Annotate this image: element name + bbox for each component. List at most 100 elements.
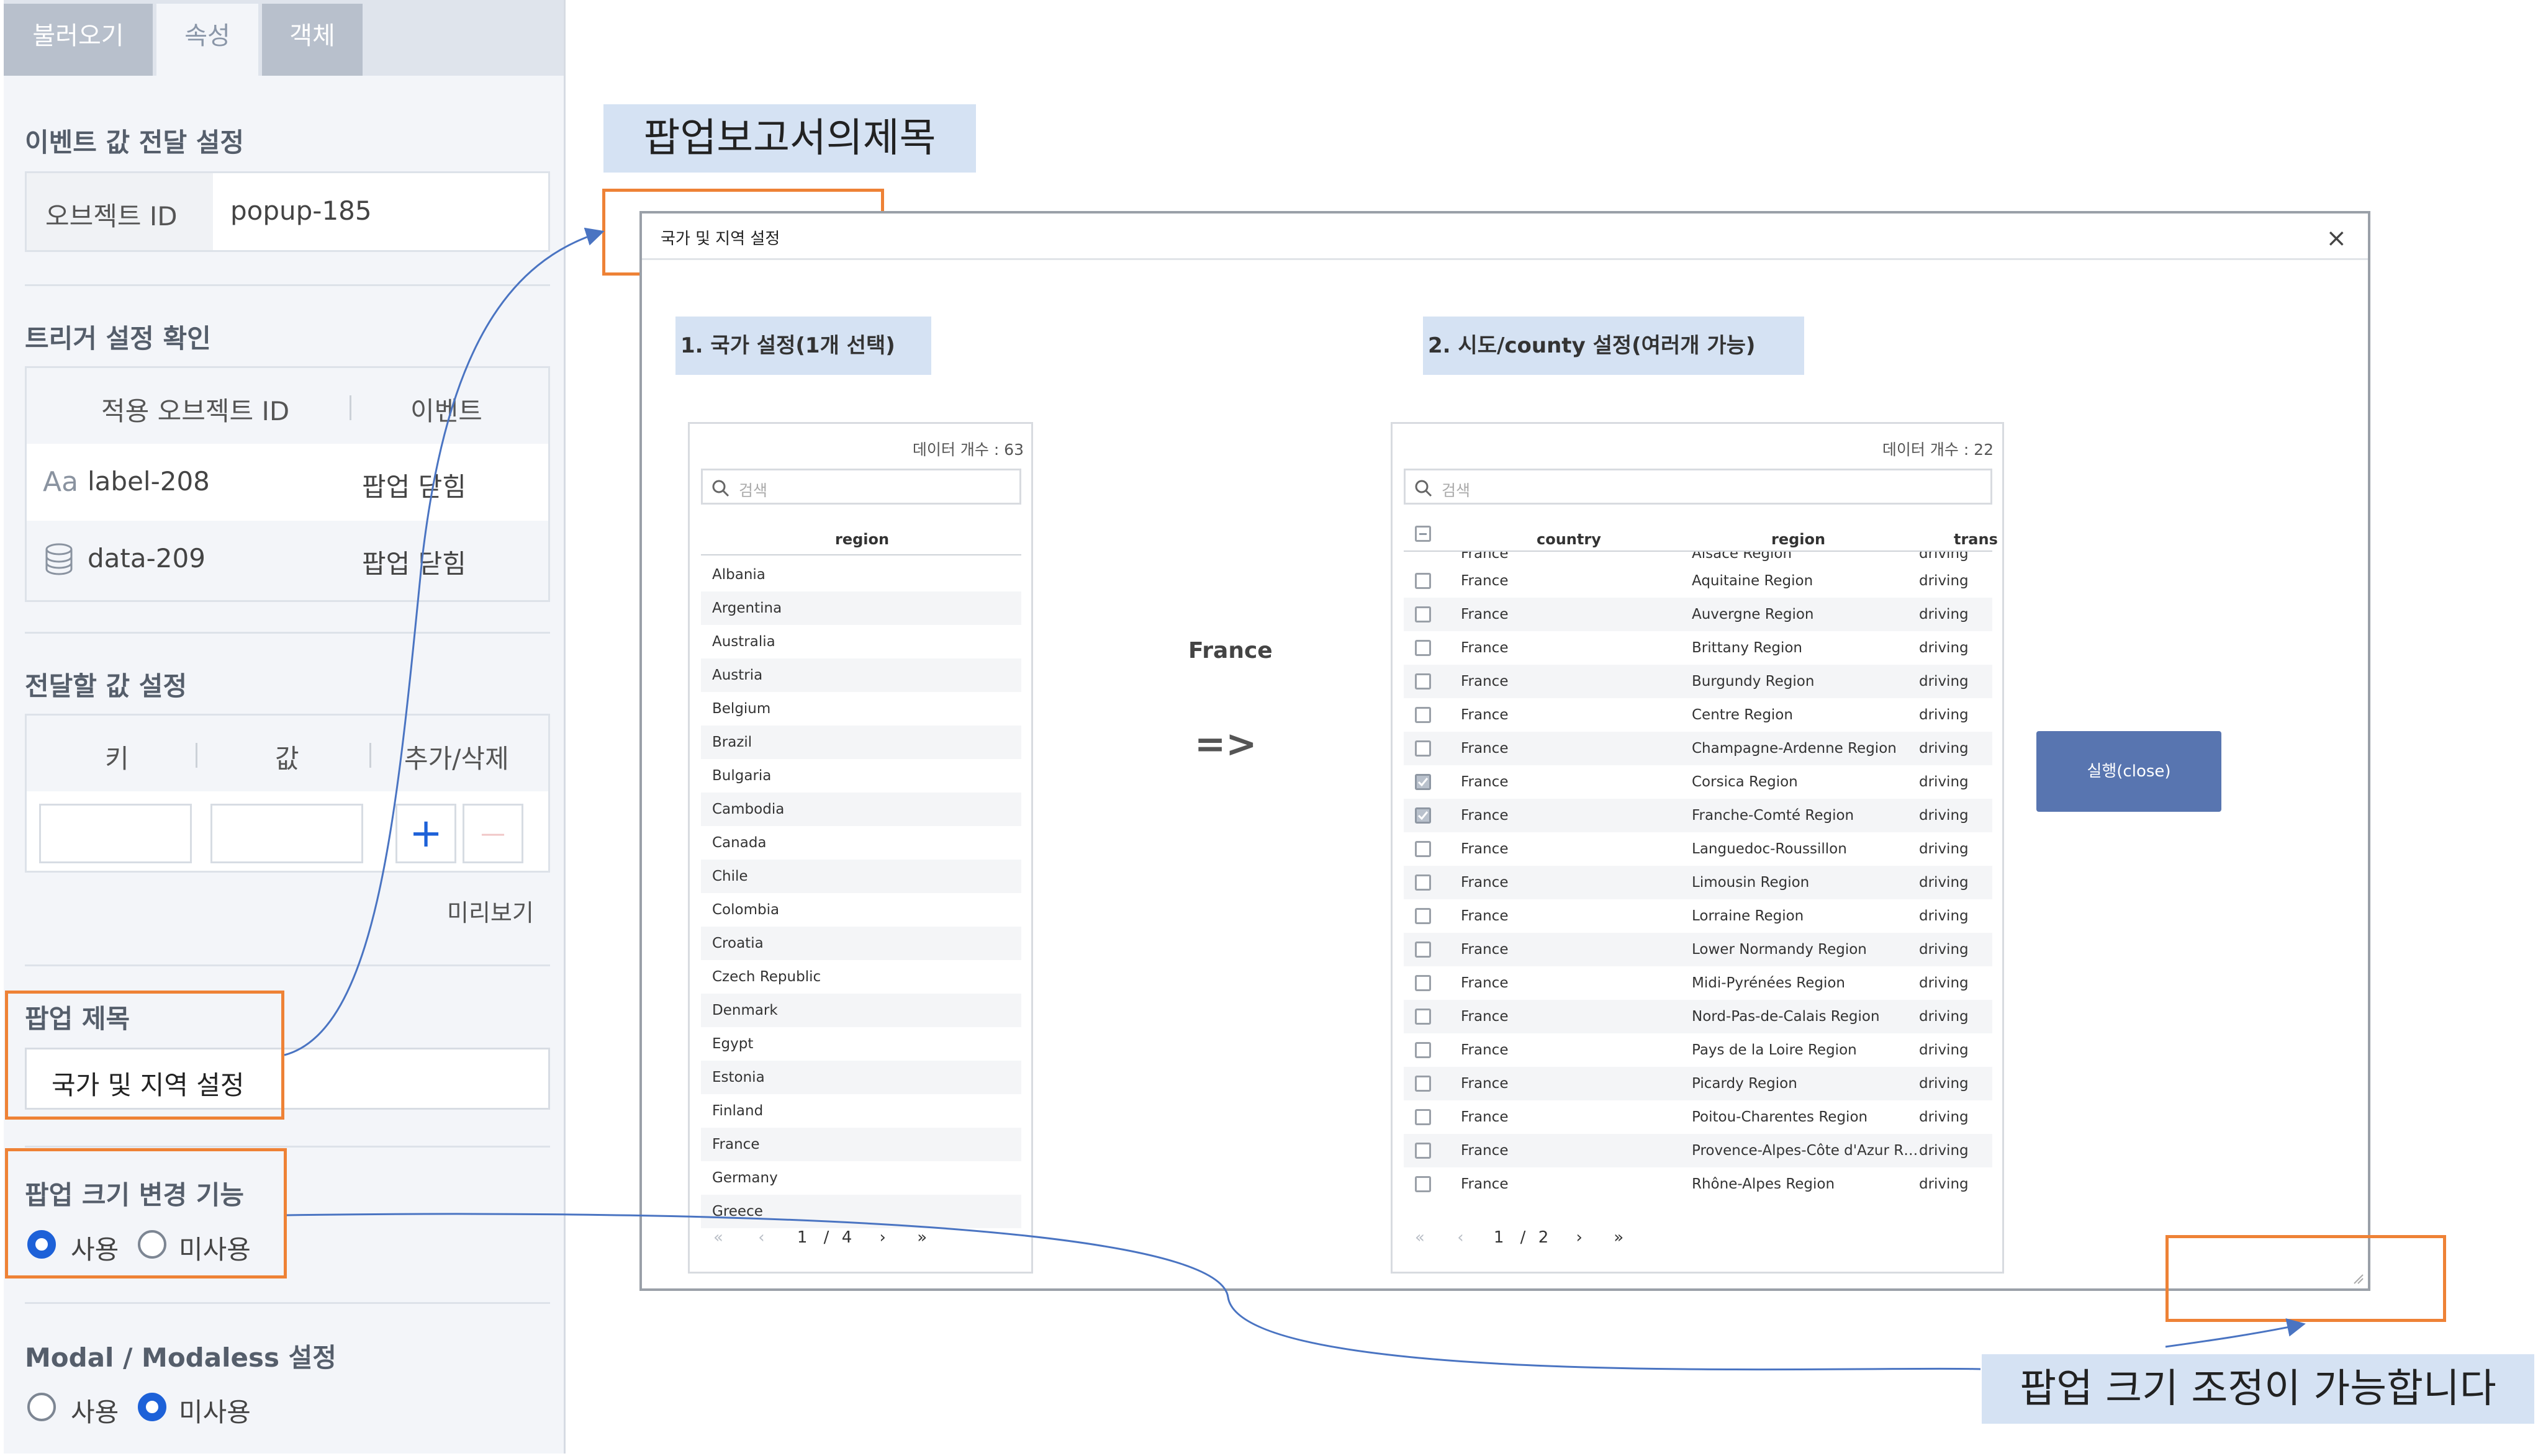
list-item[interactable]: Brazil [701,726,1021,759]
list-item[interactable]: France [701,1128,1021,1161]
table-row[interactable]: France Brittany Region driving [1404,631,1992,665]
table-row[interactable]: France Pays de la Loire Region driving [1404,1033,1992,1067]
row-checkbox[interactable] [1415,1109,1431,1125]
table-row[interactable]: France Provence-Alpes-Côte d'Azur R… drivi… [1404,1134,1992,1167]
list-item[interactable]: Egypt [701,1027,1021,1061]
trigger-row-event: 팝업 닫힘 [362,472,466,502]
row-checkbox[interactable] [1415,640,1431,656]
table-row[interactable]: France Lorraine Region driving [1404,899,1992,933]
list-item[interactable]: Greece [701,1195,1021,1228]
current-page[interactable]: 1 [1494,1228,1504,1247]
first-page-icon[interactable]: « [1415,1228,1425,1247]
preview-button[interactable]: 미리보기 [447,894,534,928]
row-trans: driving [1919,908,1969,924]
row-checkbox[interactable] [1415,807,1431,824]
table-row[interactable]: France Burgundy Region driving [1404,665,1992,698]
list-item[interactable]: Chile [701,860,1021,893]
close-icon[interactable]: × [2326,226,2347,251]
row-country: France [1461,573,1509,589]
prev-page-icon[interactable]: ‹ [758,1228,764,1247]
list-item[interactable]: Colombia [701,893,1021,927]
list-item[interactable]: Estonia [701,1061,1021,1094]
list-item[interactable]: Czech Republic [701,960,1021,994]
run-close-button[interactable]: 실행(close) [2036,731,2221,812]
list-item[interactable]: Germany [701,1161,1021,1195]
select-all-checkbox[interactable] [1415,526,1431,542]
tab-load[interactable]: 불러오기 [4,4,153,76]
key-input[interactable] [39,804,192,863]
row-region: Franche-Comté Region [1692,807,1854,824]
row-checkbox[interactable] [1415,874,1431,891]
list-item[interactable]: Cambodia [701,793,1021,826]
row-checkbox[interactable] [1415,908,1431,924]
row-checkbox[interactable] [1415,1076,1431,1092]
modal-off-radio[interactable] [138,1393,166,1421]
table-row[interactable]: Aa label-208 팝업 닫힘 [27,444,548,521]
list-item[interactable]: Argentina [701,591,1021,625]
remove-button[interactable]: — [463,804,523,863]
table-row[interactable]: France Languedoc-Roussillon driving [1404,832,1992,866]
add-button[interactable]: + [395,804,456,863]
table-row[interactable]: France Midi-Pyrénées Region driving [1404,966,1992,1000]
row-checkbox[interactable] [1415,573,1431,589]
list-item[interactable]: Canada [701,826,1021,860]
next-page-icon[interactable]: › [1576,1228,1583,1247]
table-row[interactable]: France Poitou-Charentes Region driving [1404,1100,1992,1134]
last-page-icon[interactable]: » [1614,1228,1624,1247]
row-checkbox[interactable] [1415,941,1431,958]
list-item[interactable]: Austria [701,658,1021,692]
row-region: Aquitaine Region [1692,573,1813,589]
table-row[interactable]: France Limousin Region driving [1404,866,1992,899]
row-checkbox[interactable] [1415,1042,1431,1058]
row-checkbox[interactable] [1415,673,1431,690]
table-row[interactable]: France Auvergne Region driving [1404,598,1992,631]
modal-on-radio[interactable] [27,1393,56,1421]
table-row[interactable]: France Lower Normandy Region driving [1404,933,1992,966]
row-checkbox[interactable] [1415,707,1431,723]
divider [25,284,550,286]
list-item[interactable]: Australia [701,625,1021,658]
current-page[interactable]: 1 [797,1228,808,1247]
list-item[interactable]: Albania [701,558,1021,591]
country-search-input[interactable]: 검색 [701,469,1021,505]
tab-properties[interactable]: 속성 [156,4,258,76]
table-row[interactable]: France Champagne-Ardenne Region driving [1404,732,1992,765]
table-row[interactable]: data-209 팝업 닫힘 [27,521,548,598]
popup-window-title: 국가 및 지역 설정 [661,230,780,248]
row-checkbox[interactable] [1415,774,1431,790]
table-row[interactable]: France Rhône-Alpes Region driving [1404,1167,1992,1201]
region-search-input[interactable]: 검색 [1404,469,1992,505]
table-row[interactable]: France Franche-Comté Region driving [1404,799,1992,832]
list-item[interactable]: Belgium [701,692,1021,726]
trigger-row-id: data-209 [88,543,205,573]
first-page-icon[interactable]: « [713,1228,723,1247]
row-country: France [1461,1143,1509,1159]
country-name: Egypt [712,1036,754,1052]
last-page-icon[interactable]: » [917,1228,927,1247]
list-item[interactable]: Croatia [701,927,1021,960]
prev-page-icon[interactable]: ‹ [1457,1228,1463,1247]
country-name: Estonia [712,1069,765,1085]
table-row[interactable]: France Centre Region driving [1404,698,1992,732]
table-row[interactable]: France Picardy Region driving [1404,1067,1992,1100]
resize-callout: 팝업 크기 조정이 가능합니다 [1982,1354,2534,1424]
table-row[interactable]: France Nord-Pas-de-Calais Region driving [1404,1000,1992,1033]
row-checkbox[interactable] [1415,740,1431,757]
row-checkbox[interactable] [1415,1176,1431,1192]
list-item[interactable]: Denmark [701,994,1021,1027]
table-row[interactable]: France Alsace Region driving [1393,552,2006,564]
row-checkbox[interactable] [1415,975,1431,991]
row-checkbox[interactable] [1415,1009,1431,1025]
country-name: Greece [712,1203,763,1220]
object-id-value[interactable]: popup-185 [230,195,372,226]
row-checkbox[interactable] [1415,606,1431,622]
next-page-icon[interactable]: › [880,1228,886,1247]
value-input[interactable] [210,804,363,863]
list-item[interactable]: Bulgaria [701,759,1021,793]
tab-objects[interactable]: 객체 [262,4,363,76]
row-checkbox[interactable] [1415,841,1431,857]
table-row[interactable]: France Aquitaine Region driving [1404,564,1992,598]
table-row[interactable]: France Corsica Region driving [1404,765,1992,799]
row-checkbox[interactable] [1415,1143,1431,1159]
list-item[interactable]: Finland [701,1094,1021,1128]
